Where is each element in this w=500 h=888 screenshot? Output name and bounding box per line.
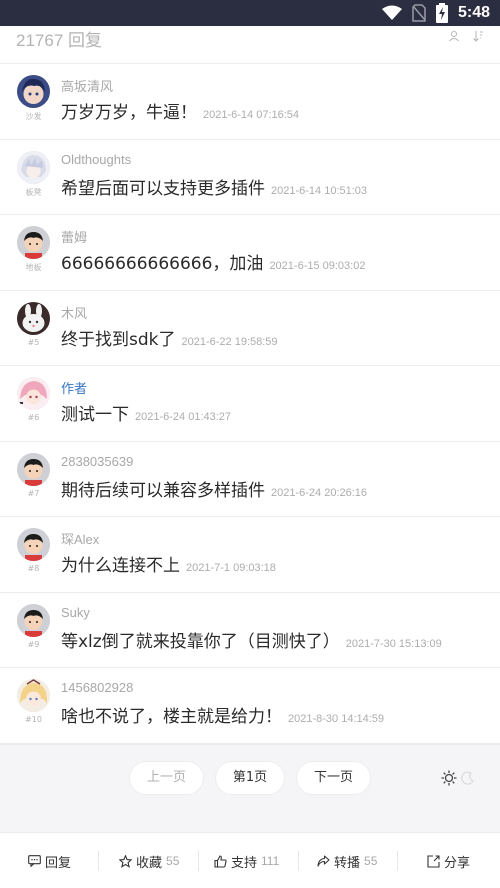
reply-item[interactable]: 板凳 Oldthoughts 希望后面可以支持更多插件 2021-6-14 10:… xyxy=(0,140,500,215)
reply-time: 2021-6-24 20:26:16 xyxy=(271,486,368,499)
reply-content: 测试一下 xyxy=(61,405,129,425)
forward-count: 55 xyxy=(364,854,378,868)
reply-item[interactable]: #5 木风 终于找到sdk了 2021-6-22 19:58:59 xyxy=(0,291,500,366)
reply-content: 等xlz倒了就来投靠你了（目测快了） xyxy=(61,631,340,652)
divider xyxy=(397,851,398,871)
floor-label: 板凳 xyxy=(25,187,42,197)
comment-icon xyxy=(28,855,41,867)
prev-page-button[interactable]: 上一页 xyxy=(129,761,204,795)
author-name[interactable]: Oldthoughts xyxy=(61,152,131,167)
author-name[interactable]: 木风 xyxy=(61,303,87,322)
avatar[interactable] xyxy=(17,226,50,259)
support-count: 111 xyxy=(261,854,280,868)
reply-time: 2021-6-14 07:16:54 xyxy=(203,109,300,121)
bottom-action-bar: 回复 收藏 55 支持 111 转播 55 分享 xyxy=(0,832,500,888)
share-label: 分享 xyxy=(444,855,471,871)
favorite-button[interactable]: 收藏 55 xyxy=(119,850,179,872)
reply-content: 66666666666666，加油 xyxy=(61,254,264,274)
reply-button-label: 回复 xyxy=(45,855,72,871)
divider xyxy=(198,851,199,871)
reply-item[interactable]: #9 Suky 等xlz倒了就来投靠你了（目测快了） 2021-7-30 15:1… xyxy=(0,593,500,668)
forward-button[interactable]: 转播 55 xyxy=(317,850,377,872)
floor-label: #10 xyxy=(25,715,42,724)
share-button[interactable]: 分享 xyxy=(427,850,470,872)
sort-icon[interactable] xyxy=(472,30,484,42)
author-name[interactable]: 1456802928 xyxy=(61,680,133,695)
reply-item[interactable]: #6 作者 测试一下 2021-6-24 01:43:27 xyxy=(0,366,500,442)
reply-content: 万岁万岁，牛逼！ xyxy=(61,103,197,123)
support-label: 支持 xyxy=(231,855,258,871)
forward-label: 转播 xyxy=(334,855,361,871)
thumbs-up-icon xyxy=(214,854,227,868)
reply-item[interactable]: #8 琛Alex 为什么连接不上 2021-7-1 09:03:18 xyxy=(0,517,500,593)
thread-header: 21767 回复 xyxy=(0,26,500,64)
reply-time: 2021-6-15 09:03:02 xyxy=(269,260,366,272)
avatar[interactable] xyxy=(17,452,50,486)
reply-item[interactable]: 沙发 高坂清风 万岁万岁，牛逼！ 2021-6-14 07:16:54 xyxy=(0,64,500,140)
share-icon xyxy=(427,854,440,868)
reply-item[interactable]: #10 1456802928 啥也不说了，楼主就是给力！ 2021-8-30 14… xyxy=(0,668,500,744)
forward-icon xyxy=(317,855,330,867)
no-sim-icon xyxy=(412,4,426,22)
divider xyxy=(298,851,299,871)
avatar[interactable] xyxy=(17,528,50,561)
floor-label: #9 xyxy=(27,639,40,649)
floor-label: #7 xyxy=(27,488,40,498)
floor-label: #8 xyxy=(27,564,40,573)
reply-time: 2021-6-24 01:43:27 xyxy=(135,411,232,423)
favorite-label: 收藏 xyxy=(136,855,163,871)
support-button[interactable]: 支持 111 xyxy=(214,850,279,872)
author-name[interactable]: 2838035639 xyxy=(61,454,133,469)
author-name[interactable]: 琛Alex xyxy=(61,529,99,548)
floor-label: #6 xyxy=(27,413,40,422)
reply-time: 2021-8-30 14:14:59 xyxy=(288,713,385,725)
reply-count: 21767 回复 xyxy=(16,31,102,50)
reply-time: 2021-7-1 09:03:18 xyxy=(186,562,276,574)
wifi-icon xyxy=(381,5,402,20)
next-page-button[interactable]: 下一页 xyxy=(296,761,371,795)
reply-content: 希望后面可以支持更多插件 xyxy=(61,178,265,199)
author-name[interactable]: 蕾姆 xyxy=(61,227,87,246)
floor-label: #5 xyxy=(27,337,40,347)
star-icon xyxy=(119,854,132,868)
status-bar: 5:48 xyxy=(0,0,500,26)
floor-label: 地板 xyxy=(25,263,42,272)
avatar[interactable] xyxy=(17,75,50,108)
theme-toggle[interactable] xyxy=(441,768,481,788)
moon-icon xyxy=(461,771,474,785)
floor-label: 沙发 xyxy=(25,112,42,121)
reply-list: 沙发 高坂清风 万岁万岁，牛逼！ 2021-6-14 07:16:54 板凳 Ol… xyxy=(0,64,500,744)
reply-content: 期待后续可以兼容多样插件 xyxy=(61,480,265,501)
status-time: 5:48 xyxy=(457,4,490,21)
reply-content: 为什么连接不上 xyxy=(61,556,180,576)
favorite-count: 55 xyxy=(166,854,180,868)
reply-time: 2021-6-14 10:51:03 xyxy=(271,184,368,197)
reply-item[interactable]: #7 2838035639 期待后续可以兼容多样插件 2021-6-24 20:2… xyxy=(0,442,500,517)
avatar[interactable] xyxy=(17,603,50,637)
avatar[interactable] xyxy=(17,377,50,410)
divider xyxy=(98,851,99,871)
reply-content: 终于找到sdk了 xyxy=(61,329,176,350)
current-page-button[interactable]: 第1页 xyxy=(215,761,285,795)
avatar[interactable] xyxy=(17,679,50,712)
avatar[interactable] xyxy=(17,150,50,184)
reply-time: 2021-6-22 19:58:59 xyxy=(181,335,278,348)
author-name[interactable]: Suky xyxy=(61,605,90,620)
sun-icon xyxy=(441,770,457,786)
reply-item[interactable]: 地板 蕾姆 66666666666666，加油 2021-6-15 09:03:0… xyxy=(0,215,500,291)
avatar[interactable] xyxy=(17,301,50,335)
reply-content: 啥也不说了，楼主就是给力！ xyxy=(61,707,282,727)
reply-time: 2021-7-30 15:13:09 xyxy=(345,637,442,650)
person-icon[interactable] xyxy=(448,30,460,42)
author-name[interactable]: 作者 xyxy=(61,378,87,397)
reply-button[interactable]: 回复 xyxy=(28,850,71,872)
pager-area: 上一页 第1页 下一页 xyxy=(0,744,500,832)
battery-icon xyxy=(435,3,448,23)
author-name[interactable]: 高坂清风 xyxy=(61,76,113,95)
